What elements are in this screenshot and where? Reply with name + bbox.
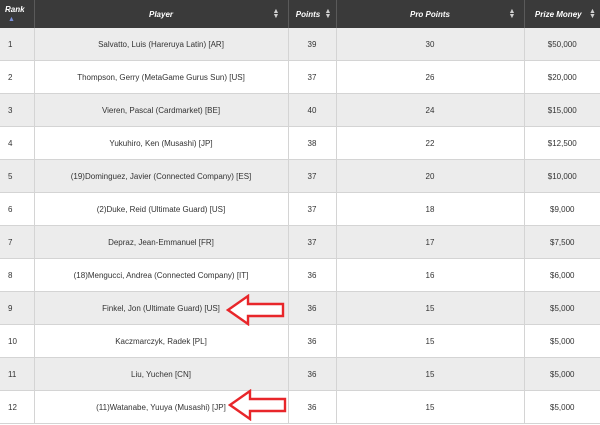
pro-points-cell: 30 [336,28,525,61]
prize-money-cell: $12,500 [524,126,600,160]
table-row: 11 Liu, Yuchen [CN] 36 15 $5,000 [0,357,600,391]
prize-money-cell: $50,000 [524,28,600,61]
table-row: 6 (2)Duke, Reid (Ultimate Guard) [US] 37 18… [0,192,600,226]
table-row: 5 (19)Dominguez, Javier (Connected Compan… [0,159,600,193]
red-outline-arrow-icon [228,389,287,421]
column-header-prize-money[interactable]: Prize Money ▲ ▼ [524,0,600,28]
player-cell: Thompson, Gerry (MetaGame Gurus Sun) [US… [34,60,289,94]
column-header-player[interactable]: Player ▲ ▼ [34,0,289,28]
player-cell: Salvatto, Luis (Hareruya Latin) [AR] [34,28,289,61]
pro-points-cell: 20 [336,159,525,193]
player-cell: (18)Mengucci, Andrea (Connected Company)… [34,258,289,292]
column-header-pro-points-label: Pro Points [409,9,450,19]
rank-cell: 6 [0,192,35,226]
points-cell: 37 [288,60,337,94]
sort-arrows-icon[interactable]: ▲ ▼ [589,8,596,20]
pro-points-cell: 24 [336,93,525,127]
player-cell: Kaczmarczyk, Radek [PL] [34,324,289,358]
prize-money-cell: $6,000 [524,258,600,292]
player-cell: Vieren, Pascal (Cardmarket) [BE] [34,93,289,127]
pro-points-cell: 15 [336,390,525,424]
table-row: 1 Salvatto, Luis (Hareruya Latin) [AR] 39 3… [0,28,600,61]
pro-points-cell: 22 [336,126,525,160]
sort-arrows-icon[interactable]: ▲ ▼ [509,8,516,20]
column-header-player-label: Player [148,9,174,19]
rank-cell: 10 [0,324,35,358]
rank-cell: 2 [0,60,35,94]
rank-cell: 1 [0,28,35,61]
table-row: 7 Depraz, Jean-Emmanuel [FR] 37 17 $7,500 [0,225,600,259]
points-cell: 37 [288,192,337,226]
points-cell: 40 [288,93,337,127]
prize-money-cell: $5,000 [524,357,600,391]
points-cell: 39 [288,28,337,61]
points-cell: 37 [288,225,337,259]
table-row: 4 Yukuhiro, Ken (Musashi) [JP] 38 22 $12,500 [0,126,600,160]
pro-points-cell: 15 [336,357,525,391]
sort-arrows-icon[interactable]: ▲ ▼ [273,8,280,20]
table-row: 12 (11)Watanabe, Yuuya (Musashi) [JP] 36 15… [0,390,600,424]
pro-points-cell: 16 [336,258,525,292]
player-cell: Depraz, Jean-Emmanuel [FR] [34,225,289,259]
rank-cell: 3 [0,93,35,127]
rank-cell: 11 [0,357,35,391]
player-cell: Yukuhiro, Ken (Musashi) [JP] [34,126,289,160]
player-cell: (2)Duke, Reid (Ultimate Guard) [US] [34,192,289,226]
rank-cell: 5 [0,159,35,193]
rank-cell: 12 [0,390,35,424]
prize-money-cell: $9,000 [524,192,600,226]
table-row: 10 Kaczmarczyk, Radek [PL] 36 15 $5,000 [0,324,600,358]
column-header-points-label: Points [295,9,321,19]
rank-cell: 7 [0,225,35,259]
prize-money-cell: $15,000 [524,93,600,127]
header-row: Rank▲ Player ▲ ▼ Points ▲ ▼ Pro Points ▲ ▼ Pri… [0,0,600,28]
points-cell: 36 [288,390,337,424]
table-row: 9 Finkel, Jon (Ultimate Guard) [US] 36 15 $5… [0,291,600,325]
prize-money-cell: $5,000 [524,390,600,424]
pro-points-cell: 15 [336,291,525,325]
column-header-rank[interactable]: Rank▲ [0,0,35,28]
column-header-pro-points[interactable]: Pro Points ▲ ▼ [336,0,525,28]
column-header-prize-money-label: Prize Money [534,9,582,19]
prize-money-cell: $5,000 [524,291,600,325]
sort-arrows-icon[interactable]: ▲ ▼ [325,8,332,20]
prize-money-cell: $20,000 [524,60,600,94]
points-cell: 36 [288,324,337,358]
points-cell: 36 [288,357,337,391]
pro-points-cell: 17 [336,225,525,259]
points-cell: 36 [288,258,337,292]
points-cell: 37 [288,159,337,193]
pro-points-cell: 15 [336,324,525,358]
table-row: 8 (18)Mengucci, Andrea (Connected Company… [0,258,600,292]
rank-cell: 9 [0,291,35,325]
rank-cell: 8 [0,258,35,292]
rank-cell: 4 [0,126,35,160]
prize-money-cell: $10,000 [524,159,600,193]
player-cell: (19)Dominguez, Javier (Connected Company… [34,159,289,193]
table-row: 3 Vieren, Pascal (Cardmarket) [BE] 40 24 $15… [0,93,600,127]
points-cell: 36 [288,291,337,325]
prize-money-cell: $7,500 [524,225,600,259]
table-row: 2 Thompson, Gerry (MetaGame Gurus Sun) [U… [0,60,600,94]
column-header-points[interactable]: Points ▲ ▼ [288,0,337,28]
sort-ascending-icon[interactable]: ▲ [8,16,15,23]
pro-points-cell: 18 [336,192,525,226]
red-outline-arrow-icon [226,294,285,326]
player-cell: Liu, Yuchen [CN] [34,357,289,391]
standings-table: Rank▲ Player ▲ ▼ Points ▲ ▼ Pro Points ▲ ▼ Pri… [0,0,600,424]
column-header-rank-label: Rank [5,5,25,15]
points-cell: 38 [288,126,337,160]
pro-points-cell: 26 [336,60,525,94]
prize-money-cell: $5,000 [524,324,600,358]
